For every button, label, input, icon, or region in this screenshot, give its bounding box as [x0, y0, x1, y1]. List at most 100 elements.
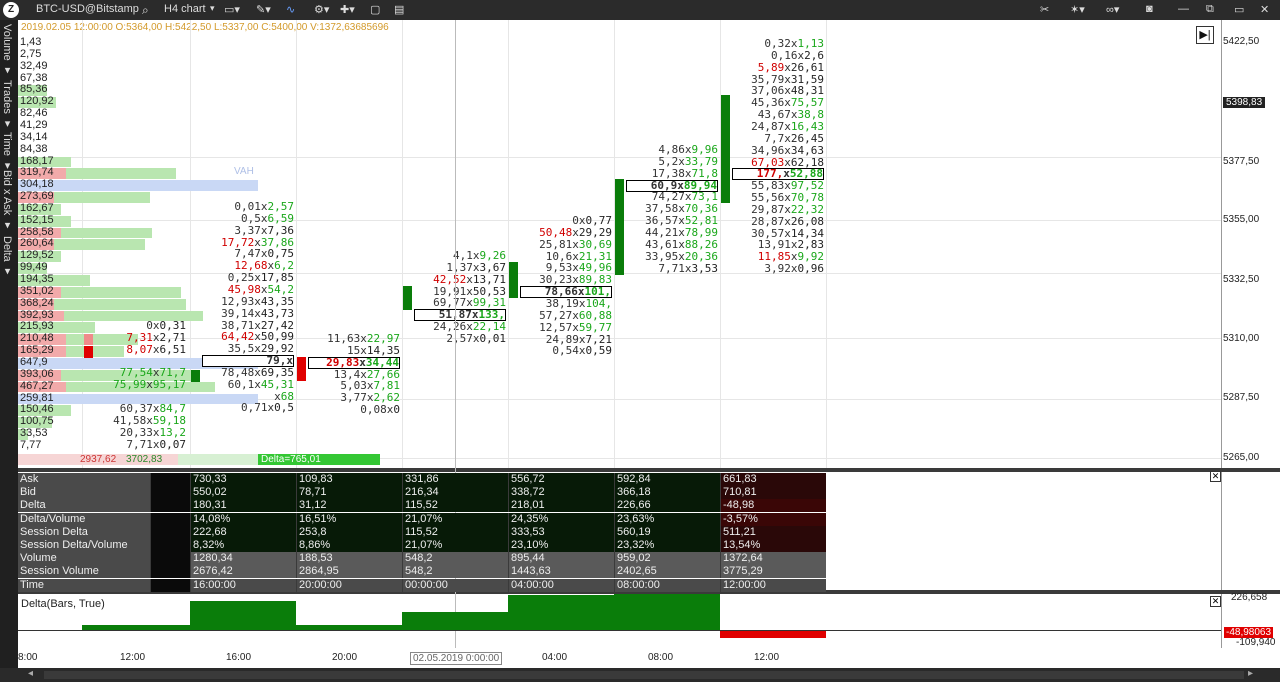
- candle-body: [297, 357, 306, 381]
- stats-cell: 1443,63: [508, 565, 614, 579]
- scroll-left-icon[interactable]: ◂: [28, 668, 33, 679]
- footprint-cell: 7,71x0,07: [94, 438, 186, 451]
- cell-separator: x: [146, 378, 153, 392]
- stats-cell: 3775,29: [720, 565, 826, 579]
- candle-body: [84, 334, 93, 345]
- delta-bar: [614, 594, 720, 630]
- stats-cell: 21,07%: [402, 539, 508, 552]
- scrollbar-thumb[interactable]: [44, 671, 1244, 679]
- stats-row: Time 16:00:00 20:00:00 00:00:00 04:00:00 08:0…: [18, 578, 826, 592]
- stats-cell: 115,52: [402, 525, 508, 539]
- stats-cell: 730,33: [190, 473, 296, 486]
- candle-body: [721, 95, 730, 203]
- time-tick-label: 12:00: [754, 652, 780, 663]
- cell-ask: 0,59: [585, 344, 613, 358]
- profile-ask-bar: [54, 192, 150, 203]
- stats-cell: 222,68: [190, 525, 296, 539]
- tab-time[interactable]: Time ▾: [1, 132, 14, 172]
- profile-volume-label: 84,38: [20, 142, 48, 155]
- stats-row-label: Session Delta: [18, 525, 150, 539]
- profile-volume-label: 319,74: [20, 166, 54, 179]
- cell-bid: 60,1: [227, 377, 255, 391]
- tab-trades[interactable]: Trades ▾: [1, 80, 14, 130]
- scroll-to-end-icon[interactable]: ▶|: [1196, 26, 1214, 44]
- scroll-right-icon[interactable]: ▸: [1248, 668, 1253, 679]
- stats-cell: 23,10%: [508, 539, 614, 552]
- profile-volume-label: 150,46: [20, 403, 54, 416]
- time-tick-label: 20:00: [332, 652, 358, 663]
- timeframe-selector[interactable]: H4 chart: [164, 3, 206, 15]
- trading-window: Z BTC-USD@Bitstamp ⌕ H4 chart ▾ ▭▾ ✎▾ ∿ …: [0, 0, 1280, 682]
- profile-volume-label: 2,75: [20, 47, 42, 60]
- tab-delta[interactable]: Delta ▾: [1, 236, 14, 278]
- link-icon[interactable]: ∞▾: [1106, 3, 1119, 16]
- stats-cell: 2402,65: [614, 565, 720, 579]
- layout-icon[interactable]: ▤: [394, 3, 404, 16]
- cell-bid: 35,5: [227, 342, 255, 356]
- profile-row: 67,38: [18, 72, 258, 85]
- stats-cell: 331,86: [402, 473, 508, 486]
- star-icon[interactable]: ✶▾: [1070, 3, 1085, 16]
- footprint-cell: 75,99x95,17: [94, 379, 186, 391]
- timeframe-dropdown-icon[interactable]: ▾: [210, 3, 215, 14]
- stats-spacer: [150, 539, 190, 552]
- template-icon[interactable]: ▢: [370, 3, 380, 16]
- profile-volume-label: 273,69: [20, 190, 54, 203]
- tools-icon[interactable]: ✂: [1040, 3, 1049, 16]
- camera-icon[interactable]: ◙: [1146, 3, 1153, 15]
- price-tick-label: 5355,00: [1223, 214, 1260, 225]
- stats-cell: 560,19: [614, 525, 720, 539]
- delta-zero-line: [18, 630, 1221, 631]
- stats-cell: 16,51%: [296, 512, 402, 526]
- settings-icon[interactable]: ⚙▾: [314, 3, 329, 16]
- price-tick-label: 5310,00: [1223, 333, 1260, 344]
- stats-row: Session Delta/Volume 8,32% 8,86% 21,07% 23,1…: [18, 539, 826, 552]
- grid-vertical: [296, 20, 297, 468]
- footprint-cell: 3,92x0,96: [732, 263, 824, 275]
- cell-bid: 0,08: [360, 403, 387, 417]
- profile-row: 84,38: [18, 142, 258, 156]
- line-chart-icon[interactable]: ∿: [286, 3, 295, 16]
- profile-volume-label: 393,06: [20, 367, 54, 380]
- profile-row: 2,75: [18, 47, 258, 61]
- tab-bid-ask[interactable]: Bid x Ask ▾: [1, 170, 14, 231]
- search-icon[interactable]: ⌕: [142, 3, 149, 18]
- time-tick-label: 02.05.2019 0:00:00: [410, 652, 503, 665]
- profile-volume-label: 647,9: [20, 355, 48, 368]
- price-tick-label: 5422,50: [1223, 36, 1260, 47]
- footprint-cell: 8,07x6,51: [94, 343, 186, 356]
- stats-row-label: Delta/Volume: [18, 512, 150, 526]
- cell-separator: x: [790, 262, 798, 276]
- chart-area[interactable]: 2019.02.05 12:00:00 O:5364,00 H:5422,50 …: [18, 20, 1280, 668]
- draw-pencil-icon[interactable]: ✎▾: [256, 3, 271, 16]
- tab-volume[interactable]: Volume ▾: [1, 24, 14, 77]
- profile-volume-label: 259,81: [20, 391, 54, 404]
- close-stats-icon[interactable]: ✕: [1210, 471, 1221, 482]
- cell-bid: 3,92: [764, 262, 791, 276]
- horizontal-scrollbar[interactable]: ◂ ▸: [0, 668, 1280, 682]
- cell-separator: x: [684, 261, 692, 275]
- stats-row: Ask 730,33 109,83 331,86 556,72 592,84 661,83: [18, 473, 826, 486]
- cell-bid: 2,57: [446, 331, 473, 345]
- close-icon[interactable]: ✕: [1260, 3, 1269, 16]
- grid-vertical: [720, 20, 721, 468]
- profile-ask-bar: [61, 227, 153, 239]
- profile-volume-label: 168,17: [20, 154, 54, 167]
- stats-cell: 188,53: [296, 552, 402, 566]
- panel-divider: [18, 468, 1280, 472]
- stats-row: Session Delta 222,68 253,8 115,52 333,53 560,…: [18, 525, 826, 539]
- cell-bid: 75,99: [113, 378, 147, 392]
- stats-cell: 12:00:00: [720, 578, 826, 592]
- restore-icon[interactable]: ⧉: [1206, 3, 1214, 16]
- symbol-label[interactable]: BTC-USD@Bitstamp: [36, 3, 139, 15]
- stats-spacer: [150, 525, 190, 539]
- delta-axis-top: 226,658: [1231, 592, 1268, 603]
- crosshair-icon[interactable]: ✚▾: [340, 3, 355, 16]
- cell-bid: 0,71: [241, 401, 268, 415]
- chart-type-icon[interactable]: ▭▾: [224, 3, 240, 16]
- time-tick-label: 8:00: [18, 652, 38, 663]
- app-logo-icon[interactable]: Z: [3, 2, 19, 18]
- minimize-icon[interactable]: —: [1178, 3, 1189, 15]
- close-delta-icon[interactable]: ✕: [1210, 596, 1221, 607]
- maximize-icon[interactable]: ▭: [1234, 3, 1244, 16]
